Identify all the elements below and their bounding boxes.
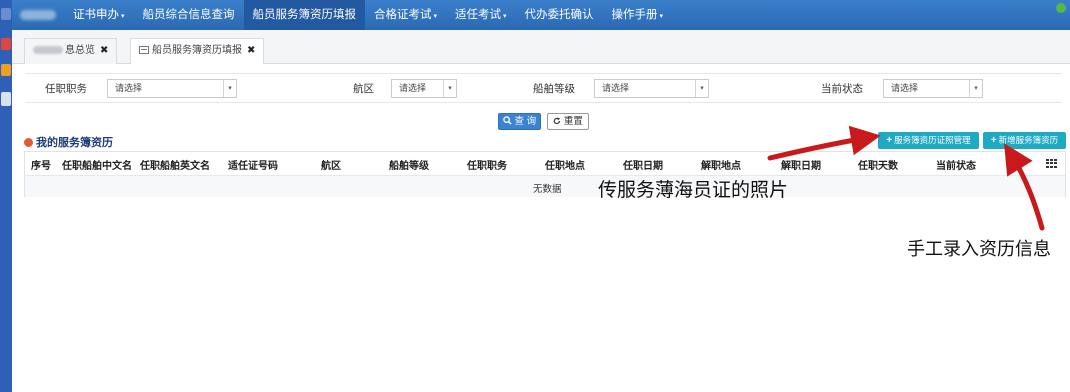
- annotation-manual-entry: 手工录入资历信息: [907, 239, 1051, 259]
- arrow-to-add-button: [1004, 143, 1045, 231]
- annotation-upload-photo: 传服务薄海员证的照片: [598, 180, 789, 201]
- annotation-arrows: [767, 125, 1045, 231]
- arrow-to-cert-button: [767, 125, 881, 161]
